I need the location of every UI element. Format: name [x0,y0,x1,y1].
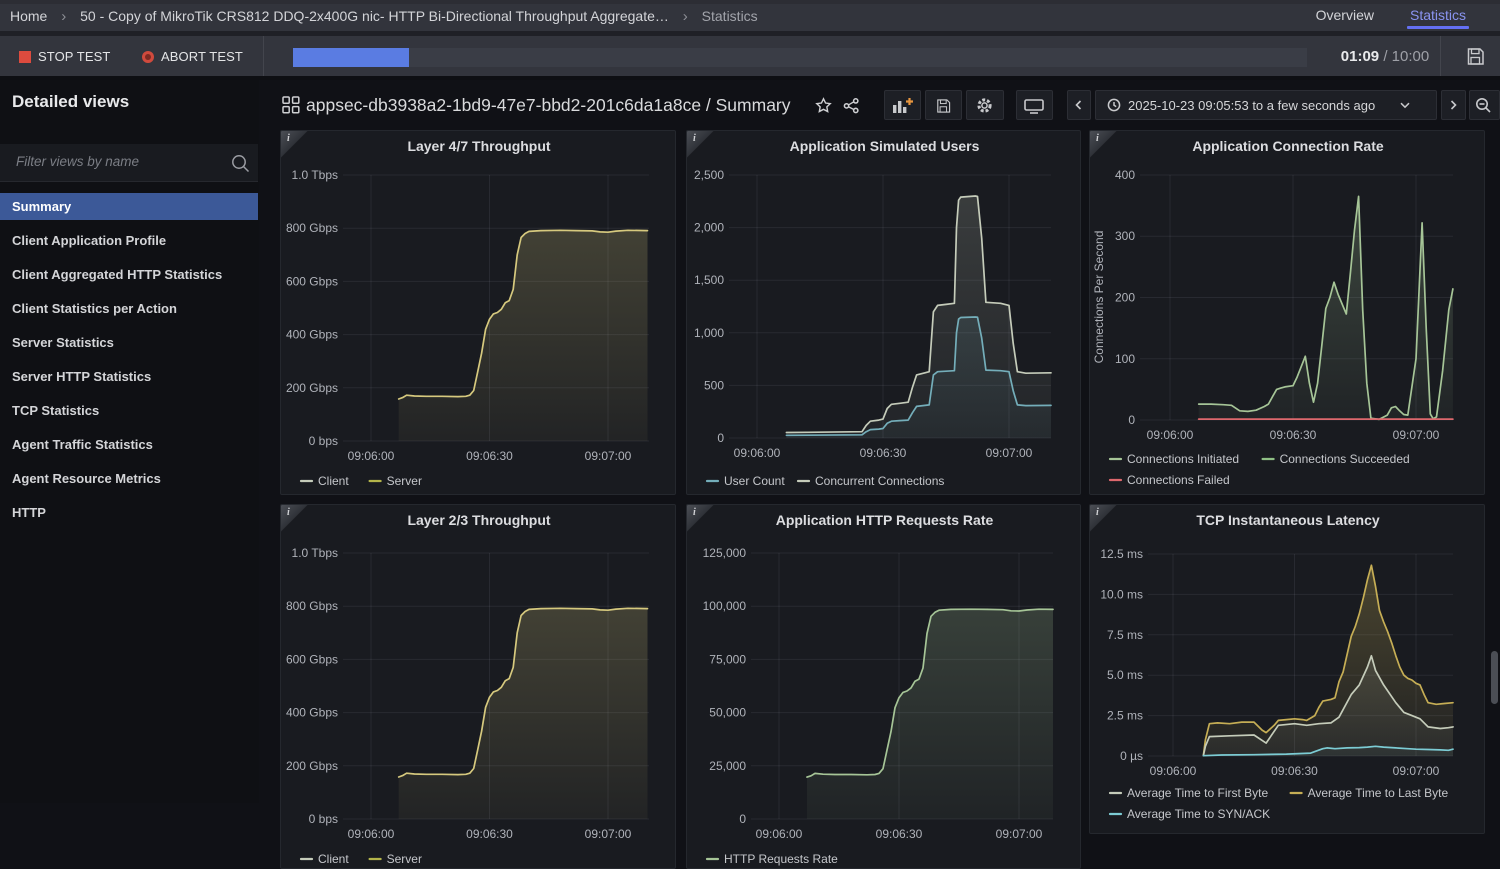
svg-text:09:07:00: 09:07:00 [1393,428,1440,442]
svg-text:0: 0 [739,812,746,826]
svg-text:Connections Per Second: Connections Per Second [1092,231,1106,364]
svg-text:300: 300 [1115,229,1135,243]
svg-text:400: 400 [1115,168,1135,182]
svg-text:TCP Instantaneous Latency: TCP Instantaneous Latency [1196,512,1380,528]
svg-text:2,000: 2,000 [694,221,724,235]
svg-text:09:07:00: 09:07:00 [1393,764,1440,778]
svg-text:09:07:00: 09:07:00 [996,827,1043,841]
svg-text:Server: Server [387,852,422,866]
svg-text:1.0 Tbps: 1.0 Tbps [292,546,338,560]
svg-text:125,000: 125,000 [703,546,747,560]
svg-text:09:06:30: 09:06:30 [860,446,907,460]
svg-text:600 Gbps: 600 Gbps [286,652,338,666]
svg-text:0 bps: 0 bps [309,434,338,448]
svg-text:Concurrent Connections: Concurrent Connections [815,474,944,488]
svg-text:200 Gbps: 200 Gbps [286,381,338,395]
svg-text:Connections Succeeded: Connections Succeeded [1280,452,1410,466]
svg-text:600 Gbps: 600 Gbps [286,274,338,288]
svg-text:User Count: User Count [724,474,785,488]
svg-text:12.5 ms: 12.5 ms [1100,547,1143,561]
svg-text:09:06:30: 09:06:30 [1270,428,1317,442]
svg-text:09:06:00: 09:06:00 [756,827,803,841]
svg-text:100: 100 [1115,352,1135,366]
svg-text:Application Connection Rate: Application Connection Rate [1192,138,1384,154]
svg-text:Average Time to First Byte: Average Time to First Byte [1127,786,1268,800]
svg-text:09:06:00: 09:06:00 [734,446,781,460]
svg-text:Application HTTP Requests Rate: Application HTTP Requests Rate [776,512,994,528]
svg-text:200 Gbps: 200 Gbps [286,759,338,773]
svg-text:Client: Client [318,474,349,488]
svg-text:Connections Initiated: Connections Initiated [1127,452,1239,466]
svg-text:2,500: 2,500 [694,168,724,182]
svg-text:800 Gbps: 800 Gbps [286,599,338,613]
svg-text:09:06:00: 09:06:00 [348,449,395,463]
svg-text:Client: Client [318,852,349,866]
svg-text:50,000: 50,000 [709,706,746,720]
svg-text:Layer 2/3 Throughput: Layer 2/3 Throughput [407,512,550,528]
svg-text:5.0 ms: 5.0 ms [1107,668,1143,682]
svg-text:09:07:00: 09:07:00 [585,827,632,841]
svg-text:1,000: 1,000 [694,326,724,340]
svg-text:09:06:00: 09:06:00 [348,827,395,841]
svg-text:1,500: 1,500 [694,273,724,287]
svg-text:09:07:00: 09:07:00 [986,446,1033,460]
svg-text:10.0 ms: 10.0 ms [1100,587,1143,601]
svg-text:500: 500 [704,378,724,392]
svg-text:7.5 ms: 7.5 ms [1107,628,1143,642]
svg-text:0: 0 [717,431,724,445]
svg-text:75,000: 75,000 [709,652,746,666]
svg-text:09:06:30: 09:06:30 [466,827,513,841]
svg-text:09:06:00: 09:06:00 [1147,428,1194,442]
svg-text:Connections Failed: Connections Failed [1127,473,1230,487]
svg-text:Application Simulated Users: Application Simulated Users [790,138,980,154]
svg-text:400 Gbps: 400 Gbps [286,328,338,342]
svg-text:2.5 ms: 2.5 ms [1107,709,1143,723]
svg-text:800 Gbps: 800 Gbps [286,221,338,235]
svg-text:HTTP Requests Rate: HTTP Requests Rate [724,852,838,866]
svg-text:100,000: 100,000 [703,599,747,613]
svg-text:200: 200 [1115,291,1135,305]
svg-text:09:06:30: 09:06:30 [876,827,923,841]
svg-text:09:06:00: 09:06:00 [1150,764,1197,778]
svg-text:Layer 4/7 Throughput: Layer 4/7 Throughput [407,138,550,154]
svg-text:Average Time to Last Byte: Average Time to Last Byte [1308,786,1449,800]
svg-text:25,000: 25,000 [709,759,746,773]
svg-text:Server: Server [387,474,422,488]
svg-text:Average Time to SYN/ACK: Average Time to SYN/ACK [1127,807,1270,821]
svg-text:09:06:30: 09:06:30 [1271,764,1318,778]
svg-text:0 µs: 0 µs [1120,749,1143,763]
svg-text:0 bps: 0 bps [309,812,338,826]
svg-text:09:06:30: 09:06:30 [466,449,513,463]
svg-text:1.0 Tbps: 1.0 Tbps [292,168,338,182]
svg-text:400 Gbps: 400 Gbps [286,706,338,720]
svg-text:0: 0 [1128,413,1135,427]
svg-text:09:07:00: 09:07:00 [585,449,632,463]
